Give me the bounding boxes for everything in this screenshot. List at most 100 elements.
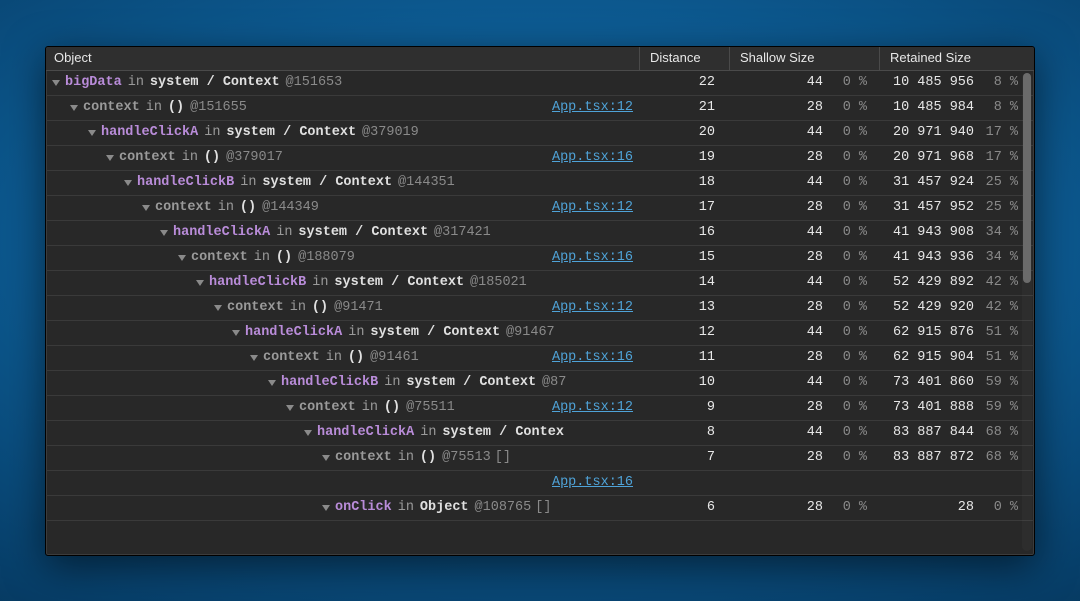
keyword-in: in: [240, 175, 256, 190]
table-row[interactable]: App.tsx:16: [46, 471, 1034, 496]
shallow-size: 28: [807, 500, 823, 515]
disclosure-triangle-icon[interactable]: [286, 405, 294, 411]
object-id: @75511: [406, 400, 455, 415]
keyword-in: in: [218, 200, 234, 215]
table-body[interactable]: bigDatainsystem / Context@15165322440 %1…: [46, 71, 1034, 555]
retained-pct: 8 %: [984, 100, 1018, 115]
scrollbar[interactable]: [1022, 73, 1032, 551]
table-row[interactable]: handleClickBinsystem / Context@144351184…: [46, 171, 1034, 196]
disclosure-triangle-icon[interactable]: [178, 255, 186, 261]
retained-size: 52 429 892: [893, 275, 974, 290]
table-row[interactable]: handleClickAinsystem / Context@379019204…: [46, 121, 1034, 146]
property-name: handleClickA: [245, 325, 342, 340]
context-name: (): [420, 450, 436, 465]
disclosure-triangle-icon[interactable]: [214, 305, 222, 311]
shallow-pct: 0 %: [833, 225, 867, 240]
distance-value: 18: [639, 175, 729, 190]
table-row[interactable]: contextin()@144349App.tsx:1217280 %31 45…: [46, 196, 1034, 221]
shallow-size: 44: [807, 75, 823, 90]
distance-value: 13: [639, 300, 729, 315]
context-name: system / Context: [150, 75, 280, 90]
disclosure-triangle-icon[interactable]: [106, 155, 114, 161]
table-row[interactable]: contextin()@75513[]7280 %83 887 87268 %: [46, 446, 1034, 471]
shallow-size: 28: [807, 350, 823, 365]
table-row[interactable]: handleClickAinsystem / Contex8440 %83 88…: [46, 421, 1034, 446]
retained-size: 10 485 956: [893, 75, 974, 90]
object-id: @379017: [226, 150, 283, 165]
disclosure-triangle-icon[interactable]: [88, 130, 96, 136]
table-row[interactable]: handleClickBinsystem / Context@185021144…: [46, 271, 1034, 296]
table-row[interactable]: contextin()@151655App.tsx:1221280 %10 48…: [46, 96, 1034, 121]
context-name: system / Context: [334, 275, 464, 290]
shallow-size: 28: [807, 450, 823, 465]
disclosure-triangle-icon[interactable]: [322, 455, 330, 461]
table-row[interactable]: handleClickAinsystem / Context@914671244…: [46, 321, 1034, 346]
brackets-icon: []: [535, 500, 551, 515]
retained-pct: 51 %: [984, 350, 1018, 365]
property-name: context: [83, 100, 140, 115]
table-row[interactable]: contextin()@75511App.tsx:129280 %73 401 …: [46, 396, 1034, 421]
col-header-object[interactable]: Object: [46, 47, 639, 70]
table-row[interactable]: handleClickBinsystem / Context@8710440 %…: [46, 371, 1034, 396]
context-name: system / Context: [370, 325, 500, 340]
property-name: handleClickB: [209, 275, 306, 290]
table-row[interactable]: contextin()@188079App.tsx:1615280 %41 94…: [46, 246, 1034, 271]
object-id: @144349: [262, 200, 319, 215]
distance-value: 6: [639, 500, 729, 515]
disclosure-triangle-icon[interactable]: [268, 380, 276, 386]
source-link[interactable]: App.tsx:16: [542, 250, 633, 265]
disclosure-triangle-icon[interactable]: [52, 80, 60, 86]
source-link[interactable]: App.tsx:16: [542, 150, 633, 165]
retained-pct: 51 %: [984, 325, 1018, 340]
retained-pct: 0 %: [984, 500, 1018, 515]
disclosure-triangle-icon[interactable]: [160, 230, 168, 236]
disclosure-triangle-icon[interactable]: [124, 180, 132, 186]
source-link[interactable]: App.tsx:12: [542, 300, 633, 315]
disclosure-triangle-icon[interactable]: [304, 430, 312, 436]
retained-pct: 42 %: [984, 275, 1018, 290]
source-link[interactable]: App.tsx:12: [542, 100, 633, 115]
table-row[interactable]: onClickinObject@108765[]6280 %280 %: [46, 496, 1034, 521]
col-header-distance[interactable]: Distance: [639, 47, 729, 70]
shallow-size: 28: [807, 200, 823, 215]
context-name: system / Context: [406, 375, 536, 390]
col-header-retained[interactable]: Retained Size: [879, 47, 1034, 70]
retained-size: 62 915 904: [893, 350, 974, 365]
table-row[interactable]: contextin()@91461App.tsx:1611280 %62 915…: [46, 346, 1034, 371]
source-link[interactable]: App.tsx:16: [542, 475, 633, 490]
shallow-pct: 0 %: [833, 500, 867, 515]
col-header-shallow[interactable]: Shallow Size: [729, 47, 879, 70]
keyword-in: in: [254, 250, 270, 265]
property-name: context: [263, 350, 320, 365]
shallow-pct: 0 %: [833, 375, 867, 390]
shallow-pct: 0 %: [833, 75, 867, 90]
keyword-in: in: [182, 150, 198, 165]
source-link[interactable]: App.tsx:16: [542, 350, 633, 365]
source-link[interactable]: App.tsx:12: [542, 400, 633, 415]
property-name: handleClickA: [173, 225, 270, 240]
retained-pct: 34 %: [984, 225, 1018, 240]
disclosure-triangle-icon[interactable]: [322, 505, 330, 511]
disclosure-triangle-icon[interactable]: [196, 280, 204, 286]
property-name: handleClickB: [281, 375, 378, 390]
source-link[interactable]: App.tsx:12: [542, 200, 633, 215]
brackets-icon: []: [495, 450, 511, 465]
disclosure-triangle-icon[interactable]: [70, 105, 78, 111]
scrollbar-thumb[interactable]: [1023, 73, 1031, 283]
disclosure-triangle-icon[interactable]: [142, 205, 150, 211]
object-id: @185021: [470, 275, 527, 290]
distance-value: 8: [639, 425, 729, 440]
disclosure-triangle-icon[interactable]: [232, 330, 240, 336]
keyword-in: in: [146, 100, 162, 115]
shallow-pct: 0 %: [833, 200, 867, 215]
retained-pct: 8 %: [984, 75, 1018, 90]
property-name: context: [299, 400, 356, 415]
retained-size: 41 943 908: [893, 225, 974, 240]
table-row[interactable]: bigDatainsystem / Context@15165322440 %1…: [46, 71, 1034, 96]
distance-value: 20: [639, 125, 729, 140]
disclosure-triangle-icon[interactable]: [250, 355, 258, 361]
table-row[interactable]: handleClickAinsystem / Context@317421164…: [46, 221, 1034, 246]
table-row[interactable]: contextin()@379017App.tsx:1619280 %20 97…: [46, 146, 1034, 171]
table-row[interactable]: contextin()@91471App.tsx:1213280 %52 429…: [46, 296, 1034, 321]
distance-value: 11: [639, 350, 729, 365]
